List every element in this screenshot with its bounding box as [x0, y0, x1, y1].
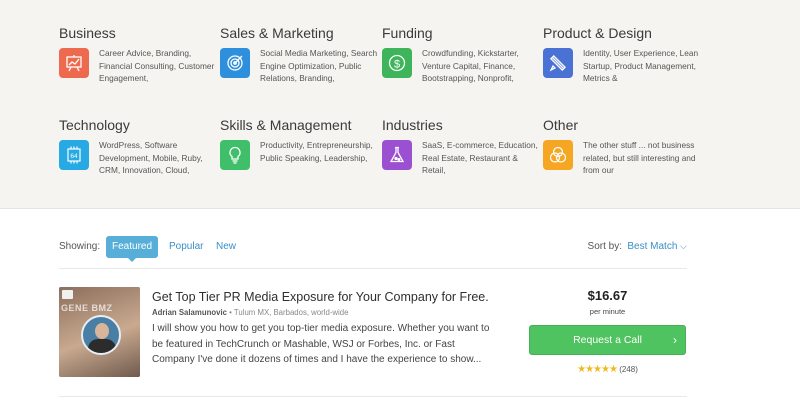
category-other[interactable]: Other The other stuff ... not business r…: [543, 116, 703, 175]
chevron-right-icon: ›: [673, 333, 677, 347]
chevron-down-icon: ⌵: [680, 241, 687, 251]
sort-dropdown[interactable]: Best Match ⌵: [627, 241, 687, 252]
category-funding[interactable]: Funding $ Crowdfunding, Kickstarter, Ven…: [382, 24, 542, 83]
request-call-label: Request a Call: [573, 334, 642, 346]
category-business[interactable]: Business Career Advice, Branding, Financ…: [59, 24, 219, 83]
listing-title[interactable]: Get Top Tier PR Media Exposure for Your …: [152, 290, 489, 304]
category-description: The other stuff ... not business related…: [583, 140, 696, 175]
sort-label: Sort by:: [587, 241, 622, 252]
pencil-ruler-icon: [543, 48, 573, 78]
divider: [59, 268, 687, 269]
flask-icon: [382, 140, 412, 170]
category-title[interactable]: Other: [543, 116, 703, 134]
author-location: Tulum MX, Barbados, world-wide: [233, 308, 349, 317]
category-industries[interactable]: Industries SaaS, E-commerce, Education, …: [382, 116, 542, 175]
expert-listing[interactable]: GENE BMZ Get Top Tier PR Media Exposure …: [59, 287, 687, 379]
listing-meta: Adrian Salamunovic • Tulum MX, Barbados,…: [152, 308, 348, 317]
category-title[interactable]: Business: [59, 24, 219, 42]
divider: [59, 396, 687, 397]
category-description: Career Advice, Branding, Financial Consu…: [99, 48, 215, 83]
category-skills-management[interactable]: Skills & Management Productivity, Entrep…: [220, 116, 380, 170]
category-description: SaaS, E-commerce, Education, Real Estate…: [422, 140, 538, 175]
category-description: Social Media Marketing, Search Engine Op…: [260, 48, 378, 83]
star-rating-icon: ★★★★★: [577, 364, 618, 375]
rating-count: (248): [619, 365, 638, 374]
price: $16.67: [587, 288, 628, 303]
avatar: [81, 315, 121, 355]
showing-label: Showing:: [59, 241, 101, 252]
category-title[interactable]: Technology: [59, 116, 219, 134]
results-controls: Showing: Featured Popular New Sort by: B…: [59, 236, 687, 262]
request-call-button[interactable]: Request a Call ›: [529, 325, 686, 355]
author-name[interactable]: Adrian Salamunovic: [152, 308, 227, 317]
category-description: Identity, User Experience, Lean Startup,…: [583, 48, 699, 83]
thumbnail-backdrop-text: GENE BMZ: [61, 303, 113, 313]
dollar-icon: $: [382, 48, 412, 78]
category-title[interactable]: Funding: [382, 24, 542, 42]
svg-text:64: 64: [70, 153, 78, 160]
tab-featured[interactable]: Featured: [106, 236, 159, 262]
target-icon: [220, 48, 250, 78]
category-sales-marketing[interactable]: Sales & Marketing Social Media Marketing…: [220, 24, 380, 83]
rating: ★★★★★ (248): [529, 364, 686, 375]
circles-icon: [543, 140, 573, 170]
tab-popular[interactable]: Popular: [169, 236, 203, 258]
listing-description: I will show you how to get you top-tier …: [152, 323, 490, 365]
lightbulb-icon: [220, 140, 250, 170]
logo-badge: [62, 290, 73, 299]
tab-new[interactable]: New: [216, 236, 236, 258]
category-grid: Business Career Advice, Branding, Financ…: [0, 0, 800, 209]
presentation-chart-icon: [59, 48, 89, 78]
category-title[interactable]: Sales & Marketing: [220, 24, 380, 42]
expert-thumbnail[interactable]: GENE BMZ: [59, 287, 140, 377]
category-title[interactable]: Skills & Management: [220, 116, 380, 134]
category-title[interactable]: Product & Design: [543, 24, 703, 42]
category-description: WordPress, Software Development, Mobile,…: [99, 140, 203, 175]
svg-text:$: $: [394, 59, 400, 71]
sort-value: Best Match: [627, 241, 678, 252]
category-technology[interactable]: Technology 64 WordPress, Software Develo…: [59, 116, 219, 175]
category-product-design[interactable]: Product & Design Identity, User Experien…: [543, 24, 703, 83]
category-description: Crowdfunding, Kickstarter, Venture Capit…: [422, 48, 519, 83]
category-description: Productivity, Entrepreneurship, Public S…: [260, 140, 373, 163]
category-title[interactable]: Industries: [382, 116, 542, 134]
chip-icon: 64: [59, 140, 89, 170]
price-unit: per minute: [589, 307, 626, 316]
